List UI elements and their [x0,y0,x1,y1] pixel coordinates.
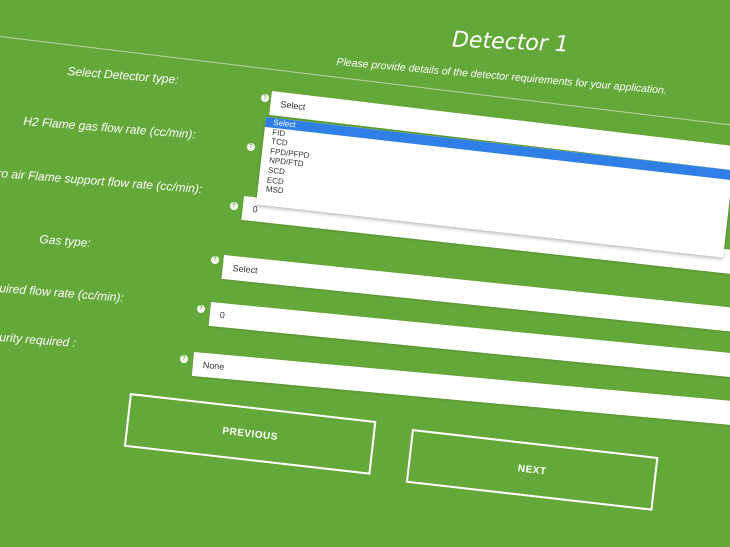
label-air-flow: ro air Flame support flow rate (cc/min): [0,166,203,197]
label-gas-type: Gas type: [38,232,92,250]
page-subtitle: Please provide details of the detector r… [335,56,668,97]
help-icon[interactable]: ? [180,355,188,363]
detector-type-value: Select [279,99,306,113]
page-title: Detector 1 [451,27,570,58]
next-button[interactable]: NEXT [405,429,659,511]
label-detector-type: Select Detector type: [66,64,180,87]
help-icon[interactable]: ? [261,94,269,102]
help-icon[interactable]: ? [230,202,238,210]
help-icon[interactable]: ? [197,305,205,313]
required-flow-value: 0 [219,309,226,321]
air-flow-value: 0 [252,204,259,215]
help-icon[interactable]: ? [211,256,219,264]
gas-type-value: Select [232,262,259,276]
detector-form-page: Detector 1 Please provide details of the… [0,0,730,547]
label-purity: urity required : [0,330,77,350]
label-required-flow: uired flow rate (cc/min): [0,281,125,305]
previous-button[interactable]: PREVIOUS [123,393,377,475]
help-icon[interactable]: ? [247,143,255,151]
purity-value: None [202,359,225,372]
label-h2-flow: H2 Flame gas flow rate (cc/min): [22,114,197,142]
